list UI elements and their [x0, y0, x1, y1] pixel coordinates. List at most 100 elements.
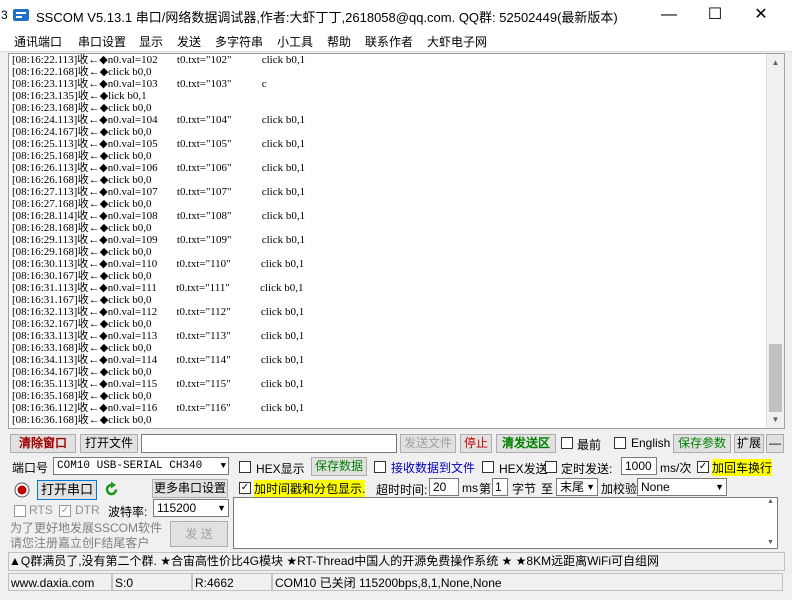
log-line: [08:16:24.113]收←◆n0.val=104 t0.txt="104"… — [12, 114, 306, 126]
send-file-button[interactable]: 发送文件 — [400, 434, 456, 453]
hex-send-label: HEX发送 — [499, 462, 548, 476]
checksum-select[interactable]: None ▼ — [637, 478, 727, 496]
app-icon — [13, 9, 29, 21]
last-checkbox[interactable] — [561, 437, 573, 449]
menu-display[interactable]: 显示 — [139, 33, 163, 50]
log-line: [08:16:35.168]收←◆click b0,0 — [12, 390, 152, 402]
dtr-checkbox[interactable]: ✓ — [59, 505, 71, 517]
title-bar: 3 SSCOM V5.13.1 串口/网络数据调试器,作者:大虾丁丁,26180… — [0, 0, 792, 30]
send-scrollbar[interactable]: ▲ ▼ — [765, 497, 776, 547]
baud-select[interactable]: 115200 ▼ — [153, 499, 229, 517]
end-select-value: 末尾 — [560, 480, 585, 494]
chevron-down-icon: ▼ — [586, 482, 595, 492]
timestamp-checkbox[interactable]: ✓ — [239, 482, 251, 494]
rts-label: RTS — [29, 503, 53, 517]
log-line: [08:16:33.168]收←◆click b0,0 — [12, 342, 152, 354]
title-left-number: 3 — [1, 8, 8, 22]
byte-label: 字节 — [512, 482, 537, 496]
file-path-input[interactable] — [141, 434, 397, 453]
interval-input[interactable]: 1000 — [621, 457, 657, 475]
hex-display-label: HEX显示 — [256, 462, 305, 476]
ad-bar[interactable]: ▲Q群满员了,没有第二个群. ★合宙高性价比4G模块 ★RT-Thread中国人… — [8, 552, 785, 571]
collapse-button[interactable]: — — [766, 434, 784, 453]
save-params-button[interactable]: 保存参数 — [673, 434, 731, 453]
log-line: [08:16:27.113]收←◆n0.val=107 t0.txt="107"… — [12, 186, 306, 198]
minimize-button[interactable]: — — [646, 0, 692, 30]
log-line: [08:16:25.168]收←◆click b0,0 — [12, 150, 152, 162]
status-site[interactable]: www.daxia.com — [8, 573, 112, 591]
log-line: [08:16:34.167]收←◆click b0,0 — [12, 366, 152, 378]
open-port-button[interactable]: 打开串口 — [37, 480, 97, 500]
chevron-down-icon: ▼ — [220, 461, 226, 471]
to-label: 至 — [541, 482, 554, 496]
checksum-select-value: None — [641, 480, 670, 494]
timeout-unit-label: ms — [462, 481, 478, 495]
send-button[interactable]: 发 送 — [170, 521, 228, 547]
status-recv-count: R:4662 — [192, 573, 272, 591]
menu-comm-port[interactable]: 通讯端口 — [14, 33, 62, 50]
scroll-down-icon[interactable]: ▼ — [767, 411, 784, 428]
scroll-thumb[interactable] — [769, 344, 782, 412]
log-line: [08:16:36.168]收←◆click b0,0 — [12, 414, 152, 426]
rts-checkbox[interactable] — [14, 505, 26, 517]
refresh-icon[interactable] — [103, 481, 120, 498]
close-button[interactable]: ✕ — [738, 0, 784, 30]
timeout-label: 超时时间: — [376, 483, 428, 497]
chevron-down-icon: ▼ — [715, 482, 724, 492]
log-line: [08:16:32.167]收←◆click b0,0 — [12, 318, 152, 330]
more-settings-button[interactable]: 更多串口设置 — [152, 479, 228, 498]
log-line: [08:16:23.113]收←◆n0.val=103 t0.txt="103"… — [12, 78, 267, 90]
interval-unit-label: ms/次 — [660, 461, 692, 475]
log-line: [08:16:34.113]收←◆n0.val=114 t0.txt="114"… — [12, 354, 305, 366]
log-line: [08:16:32.113]收←◆n0.val=112 t0.txt="112"… — [12, 306, 305, 318]
timed-send-checkbox[interactable] — [545, 461, 557, 473]
nth-label: 第 — [479, 482, 492, 496]
expand-button[interactable]: 扩展 — [734, 434, 764, 453]
timeout-input[interactable]: 20 — [429, 478, 459, 496]
clear-window-button[interactable]: 清除窗口 — [10, 434, 76, 453]
add-crlf-checkbox[interactable]: ✓ — [697, 461, 709, 473]
hex-display-checkbox[interactable] — [239, 461, 251, 473]
menu-contact-author[interactable]: 联系作者 — [365, 33, 413, 50]
baud-label: 波特率: — [108, 505, 148, 519]
timed-send-label: 定时发送: — [561, 462, 613, 476]
send-text-area[interactable] — [233, 497, 778, 549]
stop-button[interactable]: 停止 — [460, 434, 492, 453]
log-line: [08:16:29.168]收←◆click b0,0 — [12, 246, 152, 258]
english-checkbox[interactable] — [614, 437, 626, 449]
maximize-button[interactable]: ☐ — [692, 0, 738, 30]
menu-tools[interactable]: 小工具 — [277, 33, 313, 50]
recv-to-file-checkbox[interactable] — [374, 461, 386, 473]
window-title: SSCOM V5.13.1 串口/网络数据调试器,作者:大虾丁丁,2618058… — [36, 10, 618, 25]
scroll-up-icon[interactable]: ▲ — [765, 498, 776, 505]
clear-send-button[interactable]: 清发送区 — [496, 434, 556, 453]
save-data-button[interactable]: 保存数据 — [311, 457, 367, 476]
open-file-button[interactable]: 打开文件 — [80, 434, 138, 453]
scroll-up-icon[interactable]: ▲ — [767, 54, 784, 71]
menu-help[interactable]: 帮助 — [327, 33, 351, 50]
receive-log-text: [08:16:22.113]收←◆n0.val=102 t0.txt="102"… — [12, 54, 305, 426]
log-line: [08:16:33.113]收←◆n0.val=113 t0.txt="113"… — [12, 330, 305, 342]
log-line: [08:16:23.168]收←◆click b0,0 — [12, 102, 152, 114]
log-line: [08:16:35.113]收←◆n0.val=115 t0.txt="115"… — [12, 378, 305, 390]
port-select[interactable]: COM10 USB-SERIAL CH340 ▼ — [53, 457, 229, 475]
hex-send-checkbox[interactable] — [482, 461, 494, 473]
menu-daxia-site[interactable]: 大虾电子网 — [427, 33, 487, 50]
menu-send[interactable]: 发送 — [177, 33, 201, 50]
log-line: [08:16:30.113]收←◆n0.val=110 t0.txt="110"… — [12, 258, 305, 270]
baud-select-value: 115200 — [157, 501, 197, 515]
end-select[interactable]: 末尾 ▼ — [556, 478, 598, 496]
log-scrollbar[interactable]: ▲ ▼ — [766, 54, 784, 428]
log-line: [08:16:31.113]收←◆n0.val=111 t0.txt="111"… — [12, 282, 304, 294]
log-line: [08:16:22.168]收←◆click b0,0 — [12, 66, 152, 78]
menu-serial-settings[interactable]: 串口设置 — [78, 33, 126, 50]
scroll-down-icon[interactable]: ▼ — [765, 539, 776, 546]
log-line: [08:16:25.113]收←◆n0.val=105 t0.txt="105"… — [12, 138, 306, 150]
log-line: [08:16:23.135]收←◆lick b0,1 — [12, 90, 147, 102]
nth-input[interactable]: 1 — [492, 478, 508, 496]
receive-log[interactable]: [08:16:22.113]收←◆n0.val=102 t0.txt="102"… — [8, 53, 785, 429]
menu-multi-string[interactable]: 多字符串 — [215, 33, 263, 50]
register-hint: 为了更好地发展SSCOM软件 请您注册嘉立创F结尾客户 — [10, 521, 163, 550]
log-line: [08:16:26.113]收←◆n0.val=106 t0.txt="106"… — [12, 162, 306, 174]
log-line: [08:16:27.168]收←◆click b0,0 — [12, 198, 152, 210]
